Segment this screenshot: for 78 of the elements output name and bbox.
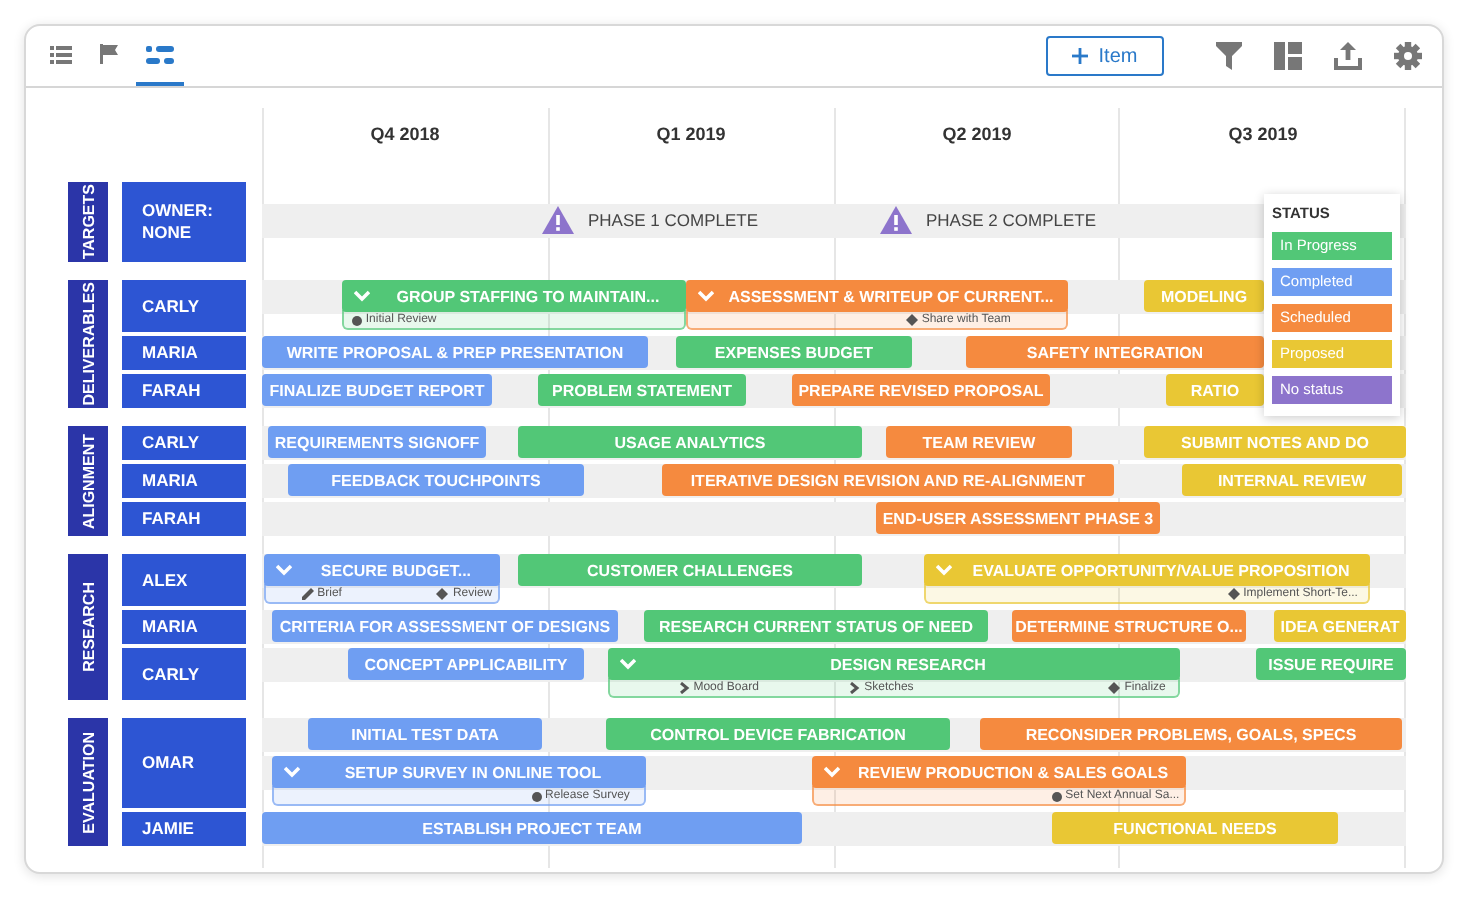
timeline-bar[interactable]: DETERMINE STRUCTURE O... (1012, 610, 1246, 642)
timeline-bar[interactable]: USAGE ANALYTICS (518, 426, 862, 458)
timeline-bar[interactable]: SUBMIT NOTES AND DO (1144, 426, 1406, 458)
warning-icon (879, 206, 912, 234)
owner-label: CARLY (122, 426, 246, 460)
chevron-right-icon (679, 682, 690, 694)
flag-icon (100, 44, 120, 64)
milestone-label: PHASE 1 COMPLETE (588, 210, 759, 230)
timeline-bar[interactable]: WRITE PROPOSAL & PREP PRESENTATION (262, 336, 648, 368)
timeline-bar[interactable]: SETUP SURVEY IN ONLINE TOOL (271, 756, 646, 788)
milestone-label: PHASE 2 COMPLETE (925, 210, 1097, 230)
owner-label: FARAH (122, 374, 246, 408)
timeline-bar[interactable]: END-USER ASSESSMENT PHASE 3 (876, 502, 1160, 534)
timeline-bar[interactable]: SAFETY INTEGRATION (966, 336, 1264, 368)
quarter-label: Q1 2019 (656, 124, 726, 144)
settings-icon[interactable] (1394, 42, 1422, 70)
export-icon[interactable] (1334, 42, 1362, 70)
timeline-bar[interactable]: SECURE BUDGET... (263, 554, 500, 586)
owner-label: CARLY (122, 648, 246, 700)
chevron-down-icon[interactable] (698, 290, 714, 302)
timeline-bar[interactable]: GROUP STAFFING TO MAINTAIN... (341, 280, 686, 312)
timeline-bar[interactable]: PREPARE REVISED PROPOSAL (792, 374, 1050, 406)
timeline-bar[interactable]: ESTABLISH PROJECT TEAM (262, 812, 802, 844)
timeline-bar[interactable]: RESEARCH CURRENT STATUS OF NEED (644, 610, 988, 642)
group-label: EVALUATION (68, 718, 108, 846)
timeline-bar[interactable]: RECONSIDER PROBLEMS, GOALS, SPECS (980, 718, 1402, 750)
group-label: RESEARCH (68, 554, 108, 700)
group-label: DELIVERABLES (68, 280, 108, 408)
list-icon (49, 45, 71, 63)
owner-label: FARAH (122, 502, 246, 536)
timeline-icon (146, 45, 174, 63)
timeline-bar[interactable]: REVIEW PRODUCTION & SALES GOALS (812, 756, 1186, 788)
timeline-bar[interactable]: MODELING (1144, 280, 1264, 312)
group-label: ALIGNMENT (68, 426, 108, 536)
owner-label: MARIA (122, 610, 246, 644)
timeline-bar[interactable]: EXPENSES BUDGET (676, 336, 912, 368)
owner-label: OWNER: NONE (122, 182, 246, 262)
owner-label: ALEX (122, 554, 246, 606)
timeline-bar[interactable]: CONCEPT APPLICABILITY (348, 648, 584, 680)
plus-icon (1072, 48, 1089, 64)
timeline-bar[interactable]: CONTROL DEVICE FABRICATION (606, 718, 950, 750)
timeline-bar[interactable]: FUNCTIONAL NEEDS (1052, 812, 1338, 844)
add-item-button[interactable]: Item (1046, 36, 1164, 76)
timeline-bar[interactable]: CRITERIA FOR ASSESSMENT OF DESIGNS (271, 610, 618, 642)
group-label: TARGETS (68, 182, 108, 262)
chevron-down-icon[interactable] (283, 766, 300, 778)
quarter-label: Q4 2018 (370, 124, 440, 144)
timeline-bar[interactable]: DESIGN RESEARCH (608, 648, 1180, 680)
owner-label: MARIA (122, 336, 246, 370)
dot-icon (531, 791, 542, 801)
dot-icon (351, 315, 362, 325)
timeline-bar[interactable]: ITERATIVE DESIGN REVISION AND RE-ALIGNMENT (662, 464, 1114, 496)
timeline-bar[interactable]: RATIO (1166, 374, 1264, 406)
quarter-label: Q2 2019 (942, 124, 1012, 144)
timeline-bar[interactable]: INITIAL TEST DATA (308, 718, 542, 750)
filter-icon[interactable] (1216, 42, 1242, 70)
quarter-label: Q3 2019 (1228, 124, 1298, 144)
owner-label: JAMIE (122, 812, 246, 846)
timeline-bar[interactable]: PROBLEM STATEMENT (538, 374, 746, 406)
timeline-bar[interactable]: ASSESSMENT & WRITEUP OF CURRENT... (686, 280, 1068, 312)
timeline-bar[interactable]: CUSTOMER CHALLENGES (518, 554, 862, 586)
chevron-down-icon[interactable] (824, 766, 840, 778)
timeline-bar[interactable]: TEAM REVIEW (886, 426, 1072, 458)
owner-label: CARLY (122, 280, 246, 332)
timeline-bar[interactable]: REQUIREMENTS SIGNOFF (268, 426, 486, 458)
timeline-bar[interactable]: EVALUATE OPPORTUNITY/VALUE PROPOSITION (924, 554, 1370, 586)
owner-label: OMAR (122, 718, 246, 808)
layout-icon[interactable] (1274, 42, 1302, 70)
chevron-down-icon[interactable] (275, 564, 292, 576)
dot-icon (1051, 791, 1062, 801)
timeline-bar[interactable]: FINALIZE BUDGET REPORT (262, 374, 492, 406)
timeline-bar[interactable]: ISSUE REQUIRE (1256, 648, 1406, 680)
timeline-bar[interactable]: FEEDBACK TOUCHPOINTS (288, 464, 584, 496)
timeline-bar[interactable]: IDEA GENERAT (1274, 610, 1406, 642)
timeline-bar[interactable]: INTERNAL REVIEW (1182, 464, 1402, 496)
warning-icon (542, 206, 574, 234)
chevron-right-icon (850, 682, 861, 694)
owner-label: MARIA (122, 464, 246, 498)
